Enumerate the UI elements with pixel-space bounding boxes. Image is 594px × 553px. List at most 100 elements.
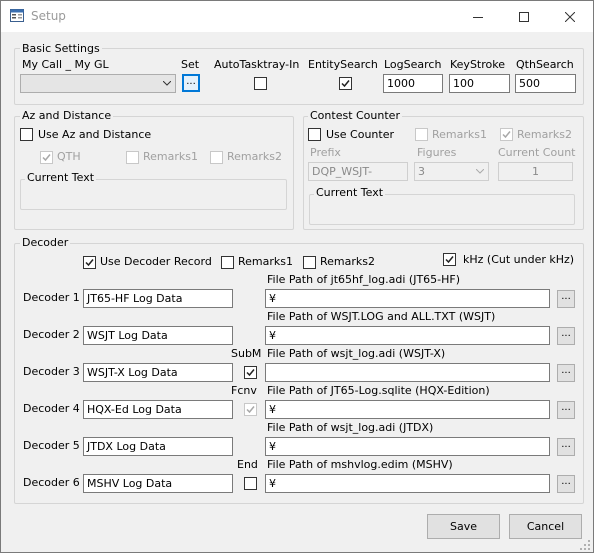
decoder-remarks2-checkbox[interactable] [303,256,316,269]
window-title: Setup [31,9,66,23]
decoder-4-path-label: File Path of JT65-Log.sqlite (HQX-Editio… [267,384,490,397]
mycall-combo[interactable] [20,74,176,93]
decoder-4-fcnv-label: Fcnv [231,384,257,397]
az-current-text-label: Current Text [25,171,97,184]
az-remarks2-checkbox[interactable] [210,151,223,164]
decoder-2-path-input[interactable]: ¥ [265,326,550,345]
checkmark-icon [85,259,94,267]
decoder-3-path-input[interactable] [265,363,550,382]
set-label: Set [181,58,200,71]
decoder-3-label: Decoder 3 [23,365,80,378]
current-count-input[interactable]: 1 [498,162,573,181]
decoder-3-browse-button[interactable]: ... [557,364,575,382]
autotasktray-label: AutoTasktray-In [214,58,300,71]
decoder-3-path-label: File Path of wsjt_log.adi (WSJT-X) [267,347,446,360]
decoder-5-browse-button[interactable]: ... [557,438,575,456]
decoder-6-end-label: End [237,458,258,471]
decoder-6-name-input[interactable]: MSHV Log Data [83,474,233,493]
decoder-remarks1-checkbox[interactable] [221,256,234,269]
decoder-1-browse-button[interactable]: ... [557,290,575,308]
decoder-3-submode-checkbox[interactable] [244,366,257,379]
app-icon [10,9,24,22]
qthsearch-input[interactable]: 500 [515,74,576,93]
az-distance-legend: Az and Distance [20,109,114,122]
decoder-6-browse-button[interactable]: ... [557,475,575,493]
prefix-input[interactable]: DQP_WSJT- [308,162,408,181]
az-qth-label: QTH [57,150,81,163]
close-icon [565,11,575,22]
contest-remarks2-label: Remarks2 [517,128,572,141]
decoder-3-name-input[interactable]: WSJT-X Log Data [83,363,233,382]
decoder-5-path-label: File Path of wsjt_log.adi (JTDX) [267,421,434,434]
title-bar: Setup [1,1,593,32]
az-remarks1-checkbox[interactable] [126,151,139,164]
checkmark-icon [246,406,255,414]
minimize-icon [473,16,483,18]
decoder-6-label: Decoder 6 [23,476,80,489]
contest-remarks2-checkbox[interactable] [500,128,513,141]
logsearch-input[interactable]: 1000 [383,74,443,93]
maximize-button[interactable] [501,1,547,32]
close-button[interactable] [547,1,593,32]
decoder-5-name-input[interactable]: JTDX Log Data [83,437,233,456]
decoder-2-browse-button[interactable]: ... [557,327,575,345]
khz-checkbox[interactable] [443,253,456,266]
az-remarks1-label: Remarks1 [143,150,198,163]
basic-settings-legend: Basic Settings [20,42,102,55]
decoder-remarks1-label: Remarks1 [238,255,293,268]
checkmark-icon [445,256,454,264]
chevron-down-icon [476,169,484,174]
maximize-icon [519,11,529,22]
keystroke-input[interactable]: 100 [449,74,510,93]
decoder-5-path-input[interactable]: ¥ [265,437,550,456]
decoder-6-path-input[interactable]: ¥ [265,474,550,493]
az-remarks2-label: Remarks2 [227,150,282,163]
checkmark-icon [246,369,255,377]
decoder-4-label: Decoder 4 [23,402,80,415]
setup-window: Setup Basic Settings My Call _ My GL Set… [0,0,594,553]
mycall-label: My Call _ My GL [22,58,109,71]
use-counter-label: Use Counter [326,128,395,141]
contest-remarks1-label: Remarks1 [432,128,487,141]
decoder-1-path-input[interactable]: ¥ [265,289,550,308]
decoder-1-name-input[interactable]: JT65-HF Log Data [83,289,233,308]
decoder-2-name-input[interactable]: WSJT Log Data [83,326,233,345]
chevron-down-icon [163,81,171,86]
decoder-6-end-checkbox[interactable] [244,477,257,490]
prefix-label: Prefix [310,146,341,159]
khz-label: kHz (Cut under kHz) [463,253,575,266]
keystroke-label: KeyStroke [450,58,505,71]
decoder-4-browse-button[interactable]: ... [557,401,575,419]
use-decoder-record-label: Use Decoder Record [100,255,212,268]
cancel-button[interactable]: Cancel [509,514,582,539]
decoder-5-label: Decoder 5 [23,439,80,452]
figures-combo[interactable]: 3 [414,162,489,181]
checkmark-icon [42,154,51,162]
decoder-4-path-input[interactable]: ¥ [265,400,550,419]
set-button[interactable]: ... [182,74,200,92]
contest-counter-legend: Contest Counter [308,109,402,122]
figures-label: Figures [417,146,457,159]
decoder-4-fcnv-checkbox[interactable] [244,403,257,416]
entitysearch-checkbox[interactable] [339,77,352,90]
use-counter-checkbox[interactable] [308,128,321,141]
decoder-3-submode-label: SubM [231,347,262,360]
use-decoder-record-checkbox[interactable] [83,256,96,269]
entitysearch-label: EntitySearch [308,58,378,71]
decoder-1-label: Decoder 1 [23,291,80,304]
minimize-button[interactable] [455,1,501,32]
logsearch-label: LogSearch [384,58,442,71]
resize-grip-icon[interactable] [580,540,591,551]
decoder-4-name-input[interactable]: HQX-Ed Log Data [83,400,233,419]
az-qth-checkbox[interactable] [40,151,53,164]
decoder-legend: Decoder [20,236,71,249]
use-az-checkbox[interactable] [20,128,33,141]
checkmark-icon [341,80,350,88]
decoder-2-path-label: File Path of WSJT.LOG and ALL.TXT (WSJT) [267,310,496,323]
contest-remarks1-checkbox[interactable] [415,128,428,141]
contest-current-text-label: Current Text [314,186,386,199]
decoder-1-path-label: File Path of jt65hf_log.adi (JT65-HF) [267,273,461,286]
autotasktray-checkbox[interactable] [254,77,267,90]
save-button[interactable]: Save [427,514,500,539]
qthsearch-label: QthSearch [516,58,574,71]
